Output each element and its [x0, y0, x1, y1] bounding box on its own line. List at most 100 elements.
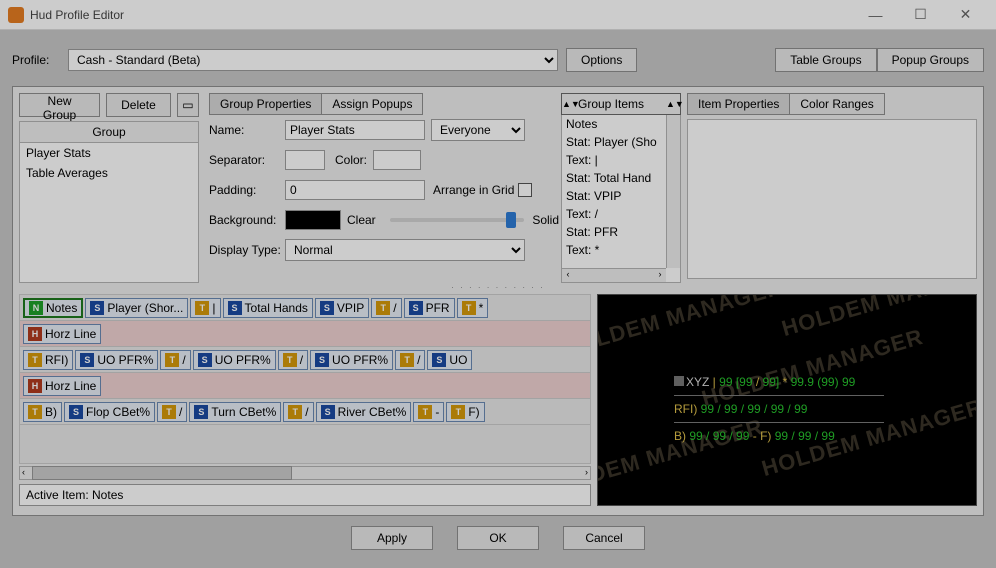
clear-label: Clear — [347, 213, 376, 227]
chip-label: UO PFR% — [332, 353, 388, 367]
builder-chip[interactable]: SVPIP — [315, 298, 369, 318]
builder-row: TRFI)SUO PFR%T/SUO PFR%T/SUO PFR%T/SUO — [20, 347, 590, 373]
builder-chip[interactable]: T - — [413, 402, 444, 422]
chip-type-icon: S — [80, 353, 94, 367]
profile-select[interactable]: Cash - Standard (Beta) — [68, 49, 558, 71]
builder-chip[interactable]: HHorz Line — [23, 376, 101, 396]
background-swatch[interactable] — [285, 210, 341, 230]
tab-color-ranges[interactable]: Color Ranges — [790, 93, 884, 115]
group-extra-button[interactable]: ▭ — [177, 93, 199, 117]
sort-icon[interactable]: ▲▼ — [562, 99, 576, 109]
builder-chip[interactable]: SRiver CBet% — [316, 402, 412, 422]
builder-chip[interactable]: T/ — [371, 298, 401, 318]
chip-label: / — [393, 301, 396, 315]
visibility-select[interactable]: Everyone — [431, 119, 525, 141]
padding-input[interactable] — [285, 180, 425, 200]
chip-type-icon: S — [69, 405, 83, 419]
window-title: Hud Profile Editor — [30, 8, 853, 22]
builder-chip[interactable]: T/ — [160, 350, 190, 370]
group-item-table-avg[interactable]: Table Averages — [20, 163, 198, 183]
builder-chip[interactable]: NNotes — [23, 298, 83, 318]
chip-type-icon: S — [228, 301, 242, 315]
chip-label: UO PFR% — [97, 353, 153, 367]
popup-groups-button[interactable]: Popup Groups — [877, 48, 984, 72]
group-item-player-stats[interactable]: Player Stats — [20, 143, 198, 163]
builder-chip[interactable]: STotal Hands — [223, 298, 313, 318]
chip-type-icon: S — [198, 353, 212, 367]
delete-group-button[interactable]: Delete — [106, 93, 171, 117]
sort-icon-r[interactable]: ▲▼ — [666, 99, 680, 109]
chip-type-icon: S — [409, 301, 423, 315]
group-item[interactable]: Text: / — [562, 205, 680, 223]
tab-assign-popups[interactable]: Assign Popups — [322, 93, 423, 115]
separator-input[interactable] — [285, 150, 325, 170]
builder-chip[interactable]: SPFR — [404, 298, 455, 318]
group-item[interactable]: Text: | — [562, 151, 680, 169]
group-items-header: ▲▼ Group Items ▲▼ — [561, 93, 681, 115]
chip-type-icon: T — [28, 353, 42, 367]
builder-chip[interactable]: SUO PFR% — [75, 350, 158, 370]
cancel-button[interactable]: Cancel — [563, 526, 645, 550]
builder-chip[interactable]: T* — [457, 298, 489, 318]
builder-chip[interactable]: T/ — [157, 402, 187, 422]
padding-label: Padding: — [209, 183, 285, 197]
splitter-h[interactable]: · · · · · · · · · · · — [19, 283, 977, 288]
opacity-slider[interactable] — [390, 218, 525, 222]
chip-label: VPIP — [337, 301, 364, 315]
builder-chip[interactable]: SUO PFR% — [310, 350, 393, 370]
builder-chip[interactable]: STurn CBet% — [189, 402, 281, 422]
builder-chip[interactable]: T/ — [395, 350, 425, 370]
builder-chip[interactable]: SFlop CBet% — [64, 402, 155, 422]
group-item[interactable]: Stat: VPIP — [562, 187, 680, 205]
chip-label: Flop CBet% — [86, 405, 150, 419]
builder-row: HHorz Line — [20, 321, 590, 347]
ok-button[interactable]: OK — [457, 526, 539, 550]
chip-type-icon: S — [432, 353, 446, 367]
builder-chip[interactable]: TF) — [446, 402, 484, 422]
builder-chip[interactable]: SUO — [427, 350, 472, 370]
builder-chip[interactable]: T| — [190, 298, 220, 318]
builder-chip[interactable]: HHorz Line — [23, 324, 101, 344]
apply-button[interactable]: Apply — [351, 526, 433, 550]
chip-label: Player (Shor... — [107, 301, 183, 315]
group-item[interactable]: Text: * — [562, 241, 680, 259]
display-type-select[interactable]: Normal — [285, 239, 525, 261]
group-item[interactable]: Stat: Player (Sho — [562, 133, 680, 151]
builder-scrollbar[interactable]: ‹› — [19, 466, 591, 480]
chip-type-icon: T — [418, 405, 432, 419]
minimize-button[interactable]: — — [853, 1, 898, 29]
chip-type-icon: S — [321, 405, 335, 419]
table-groups-button[interactable]: Table Groups — [775, 48, 876, 72]
chip-label: PFR — [426, 301, 450, 315]
separator-color-swatch[interactable] — [373, 150, 421, 170]
maximize-button[interactable]: ☐ — [898, 1, 943, 29]
chip-label: / — [300, 353, 303, 367]
builder-chip[interactable]: SUO PFR% — [193, 350, 276, 370]
builder-chip[interactable]: T/ — [278, 350, 308, 370]
options-button[interactable]: Options — [566, 48, 637, 72]
tab-group-properties[interactable]: Group Properties — [209, 93, 322, 115]
new-group-button[interactable]: New Group — [19, 93, 100, 117]
group-item[interactable]: Notes — [562, 115, 680, 133]
app-icon — [8, 7, 24, 23]
h-scrollbar[interactable]: ‹› — [562, 268, 666, 282]
chip-label: B) — [45, 405, 57, 419]
builder-chip[interactable]: SPlayer (Shor... — [85, 298, 188, 318]
chip-type-icon: T — [283, 353, 297, 367]
chip-label: - — [435, 405, 439, 419]
tab-item-properties[interactable]: Item Properties — [687, 93, 790, 115]
builder-chip[interactable]: T/ — [283, 402, 313, 422]
builder-chip[interactable]: TRFI) — [23, 350, 73, 370]
profile-label: Profile: — [12, 53, 60, 67]
chip-type-icon: S — [194, 405, 208, 419]
name-input[interactable] — [285, 120, 425, 140]
chip-label: Horz Line — [45, 327, 96, 341]
arrange-checkbox[interactable] — [518, 183, 532, 197]
v-scrollbar[interactable] — [666, 115, 680, 268]
chip-label: / — [182, 353, 185, 367]
builder-chip[interactable]: TB) — [23, 402, 62, 422]
group-item[interactable]: Stat: PFR — [562, 223, 680, 241]
group-item[interactable]: Stat: Total Hand — [562, 169, 680, 187]
slider-thumb[interactable] — [506, 212, 516, 228]
close-button[interactable]: ✕ — [943, 1, 988, 29]
